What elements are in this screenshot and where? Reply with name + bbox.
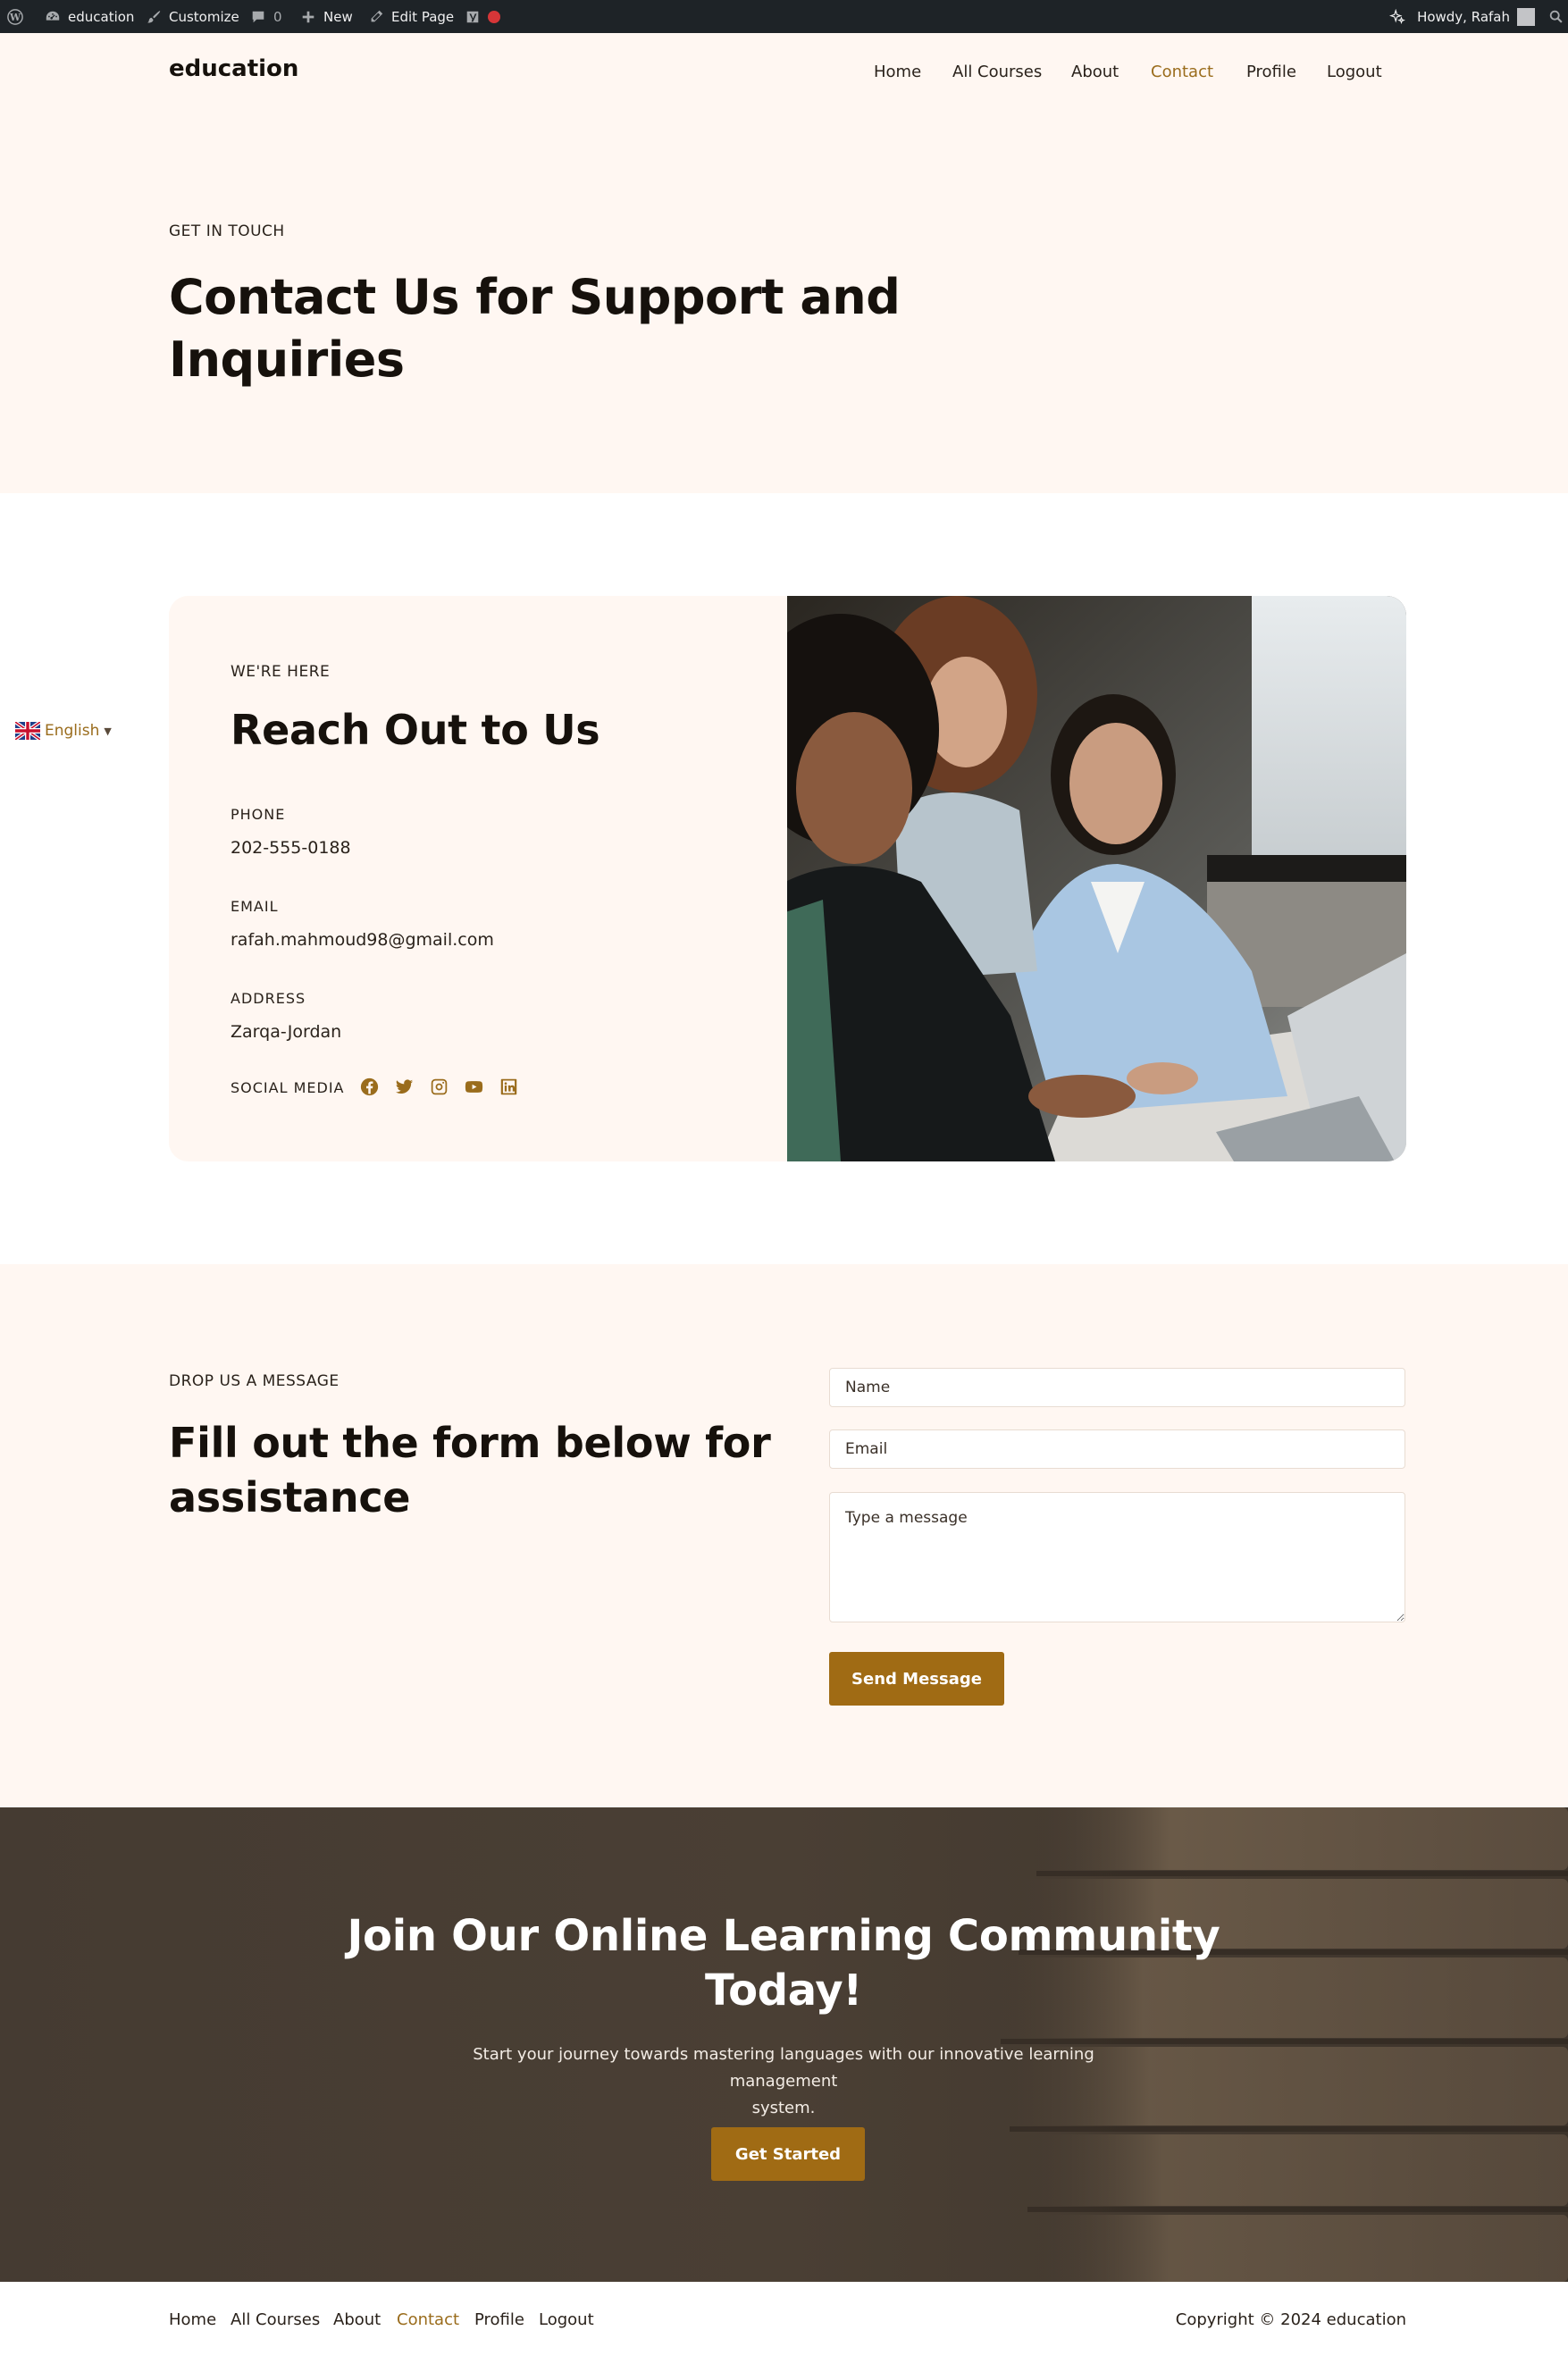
admin-site-link[interactable]: education [45,0,134,33]
admin-edit-page-label: Edit Page [391,8,455,25]
twitter-icon[interactable] [395,1077,414,1096]
comment-icon [250,9,266,25]
reach-eyebrow: WE'RE HERE [231,663,331,681]
footer-nav-logout[interactable]: Logout [539,2310,594,2329]
plus-icon [300,9,316,25]
address-label: ADDRESS [231,990,306,1007]
facebook-icon[interactable] [360,1077,379,1096]
admin-seo-link[interactable] [465,0,500,33]
students-photo [742,596,1406,1161]
admin-new-link[interactable]: New [300,0,353,33]
linkedin-icon[interactable] [499,1077,518,1096]
address-value: Zarqa-Jordan [231,1022,342,1042]
nav-contact[interactable]: Contact [1151,63,1213,81]
message-title-line-2: assistance [169,1473,411,1522]
page-title: Contact Us for Support and Inquiries [169,266,901,391]
yoast-seo-icon [465,9,481,25]
instagram-icon[interactable] [430,1077,449,1096]
admin-comments-link[interactable]: 0 [250,0,282,33]
footer-nav-home[interactable]: Home [169,2310,216,2329]
wordpress-icon: W [7,8,23,25]
cta-subtitle-line-1: Start your journey towards mastering lan… [473,2045,1094,2091]
message-textarea[interactable] [829,1492,1405,1622]
admin-customize-link[interactable]: Customize [146,0,239,33]
search-icon [1548,9,1564,25]
admin-customize-label: Customize [169,8,239,25]
brush-icon [146,9,162,25]
cta-subtitle: Start your journey towards mastering lan… [426,2041,1141,2122]
admin-site-name: education [68,8,135,25]
pencil-icon [368,9,384,25]
admin-comments-count: 0 [273,8,282,25]
email-input[interactable] [829,1429,1405,1469]
language-label: English [45,722,100,740]
contact-info-card [169,596,1406,1161]
language-switcher[interactable]: English ▼ [15,722,112,740]
site-header [0,33,1568,136]
phone-label: PHONE [231,806,286,823]
youtube-icon[interactable] [465,1077,483,1096]
caret-down-icon: ▼ [104,725,112,737]
nav-all-courses[interactable]: All Courses [952,63,1042,81]
nav-profile[interactable]: Profile [1246,63,1296,81]
nav-home[interactable]: Home [874,63,921,81]
social-links [360,1077,518,1096]
admin-new-label: New [323,8,353,25]
send-message-button[interactable]: Send Message [829,1652,1004,1706]
cta-title-line-2: Today! [705,1966,862,2016]
admin-account-menu[interactable]: Howdy, Rafah [1388,0,1535,33]
students-photo-illustration [742,596,1406,1161]
admin-howdy-label: Howdy, Rafah [1417,8,1510,25]
admin-search-button[interactable] [1548,0,1564,33]
admin-edit-page-link[interactable]: Edit Page [368,0,454,33]
get-started-button[interactable]: Get Started [711,2127,865,2181]
footer-nav-profile[interactable]: Profile [474,2310,524,2329]
phone-value[interactable]: 202-555-0188 [231,838,351,858]
footer-copyright: Copyright © 2024 education [1175,2310,1406,2329]
wordpress-logo-button[interactable]: W [7,0,23,33]
email-value[interactable]: rafah.mahmoud98@gmail.com [231,930,494,950]
footer-nav-all-courses[interactable]: All Courses [231,2310,320,2329]
hero-eyebrow: GET IN TOUCH [169,222,285,240]
email-label: EMAIL [231,898,279,915]
cta-subtitle-line-2: system. [751,2099,816,2117]
page-title-line-2: Inquiries [169,331,405,388]
dashboard-icon [45,9,61,25]
page-title-line-1: Contact Us for Support and [169,269,901,325]
message-eyebrow: DROP US A MESSAGE [169,1372,340,1390]
name-input[interactable] [829,1368,1405,1407]
uk-flag-icon [15,722,40,740]
nav-logout[interactable]: Logout [1327,63,1382,81]
cta-title-line-1: Join Our Online Learning Community [347,1911,1220,1961]
message-title-line-1: Fill out the form below for [169,1419,771,1467]
reach-title: Reach Out to Us [231,706,600,754]
nav-about[interactable]: About [1071,63,1119,81]
avatar [1517,7,1535,26]
cta-title: Join Our Online Learning Community Today… [337,1909,1230,2018]
site-logo[interactable]: education [169,55,298,82]
svg-text:W: W [9,12,21,23]
admin-bar: W education Customize 0 New Edit Page Ho… [0,0,1568,33]
social-media-label: SOCIAL MEDIA [231,1079,345,1096]
footer-nav-contact[interactable]: Contact [397,2310,459,2329]
message-title: Fill out the form below for assistance [169,1416,771,1525]
footer-nav-about[interactable]: About [333,2310,381,2329]
seo-status-dot [488,10,500,23]
